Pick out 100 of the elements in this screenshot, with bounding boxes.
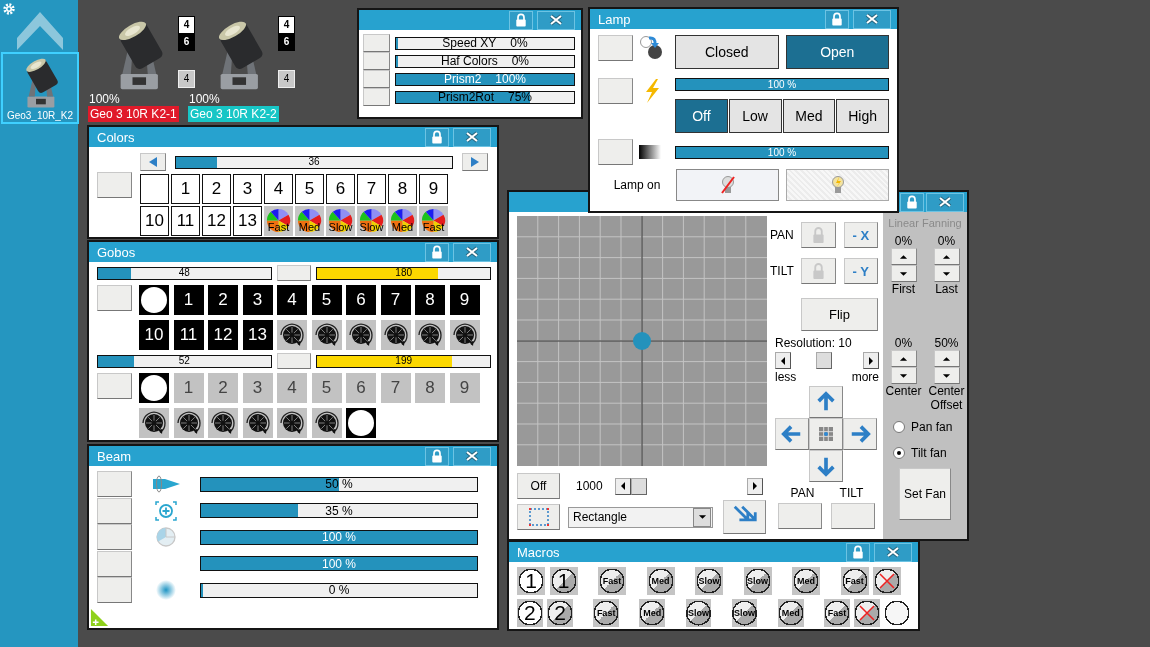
lock-button[interactable] bbox=[825, 9, 849, 29]
macro-button[interactable]: Slow bbox=[695, 567, 723, 595]
direction-button[interactable] bbox=[723, 500, 766, 534]
reset-button[interactable] bbox=[97, 550, 132, 577]
next-button[interactable] bbox=[462, 153, 488, 171]
gobo-rotation-button[interactable] bbox=[139, 408, 169, 438]
gobo-rotation-button[interactable] bbox=[277, 320, 307, 350]
gobo-button[interactable]: 8 bbox=[415, 285, 445, 315]
previous-button[interactable] bbox=[140, 153, 166, 171]
lock-button[interactable] bbox=[801, 222, 836, 248]
shutter-option[interactable]: Open bbox=[785, 35, 889, 69]
reset-button[interactable] bbox=[598, 139, 633, 165]
color-slider[interactable]: 36 bbox=[175, 155, 453, 169]
shape-dropdown[interactable]: Rectangle bbox=[568, 506, 713, 528]
macro-button[interactable]: Slow bbox=[685, 599, 712, 627]
increase-button[interactable] bbox=[933, 248, 960, 265]
lamp-off-button[interactable] bbox=[676, 169, 779, 201]
color-slot[interactable]: 12 bbox=[202, 206, 231, 236]
scroll-thumb[interactable] bbox=[816, 352, 832, 369]
close-button[interactable] bbox=[853, 9, 891, 29]
power-option[interactable]: Off bbox=[675, 99, 728, 133]
color-wheel-button[interactable]: Med bbox=[388, 206, 417, 236]
macro-button[interactable]: Fast bbox=[824, 599, 850, 627]
decrease-button[interactable] bbox=[890, 367, 917, 384]
close-button[interactable] bbox=[926, 192, 964, 212]
lock-button[interactable] bbox=[425, 242, 449, 262]
reset-button[interactable] bbox=[598, 35, 633, 61]
off-button[interactable]: Off bbox=[517, 473, 560, 499]
gobo-button[interactable]: 9 bbox=[449, 285, 480, 315]
intensity-bar[interactable]: 100 % bbox=[675, 78, 889, 91]
color-slot[interactable]: 8 bbox=[388, 174, 417, 204]
move-down-button[interactable] bbox=[809, 450, 843, 482]
macro-cancel-button[interactable] bbox=[873, 567, 901, 595]
gobo-rotation-button[interactable] bbox=[242, 408, 273, 438]
gobo-rotation-button[interactable] bbox=[449, 320, 480, 350]
center-button[interactable] bbox=[809, 418, 843, 450]
macro-button[interactable]: 1 bbox=[517, 567, 545, 595]
reset-button[interactable] bbox=[97, 285, 132, 311]
gobo-button[interactable]: 3 bbox=[242, 285, 273, 315]
color-slot[interactable]: 11 bbox=[171, 206, 200, 236]
decrease-button[interactable] bbox=[933, 367, 960, 384]
settings-icon[interactable] bbox=[2, 2, 16, 16]
reset-button[interactable] bbox=[97, 497, 132, 524]
move-left-button[interactable] bbox=[775, 418, 809, 450]
radio-button[interactable] bbox=[893, 421, 905, 433]
macro-button[interactable]: Med bbox=[792, 567, 820, 595]
color-slot[interactable]: 4 bbox=[264, 174, 293, 204]
macro-cancel-button[interactable] bbox=[854, 599, 880, 627]
color-slot[interactable]: 13 bbox=[233, 206, 262, 236]
reset-button[interactable] bbox=[276, 353, 312, 369]
increase-button[interactable] bbox=[933, 350, 960, 367]
reset-button[interactable] bbox=[363, 52, 390, 70]
close-button[interactable] bbox=[453, 242, 491, 262]
gobo-button[interactable]: 13 bbox=[242, 320, 273, 350]
color-slot[interactable] bbox=[140, 174, 169, 204]
color-wheel-button[interactable]: Med bbox=[295, 206, 324, 236]
reset-button[interactable] bbox=[276, 265, 312, 281]
invert-y-button[interactable]: - Y bbox=[843, 258, 878, 284]
macro-button[interactable]: Slow bbox=[731, 599, 758, 627]
gobo-button[interactable]: 12 bbox=[208, 320, 238, 350]
flip-button[interactable]: Flip bbox=[801, 298, 878, 331]
beam-slider[interactable]: 50 % bbox=[200, 476, 478, 492]
color-slot[interactable]: 1 bbox=[171, 174, 200, 204]
gobo-slider[interactable]: 48 bbox=[97, 266, 272, 280]
reset-button[interactable] bbox=[598, 78, 633, 104]
lock-button[interactable] bbox=[509, 10, 533, 30]
macro-button[interactable]: Med bbox=[646, 567, 675, 595]
reset-button[interactable] bbox=[97, 577, 132, 604]
increase-button[interactable] bbox=[890, 248, 917, 265]
beam-slider[interactable]: 100 % bbox=[200, 556, 478, 572]
reset-button[interactable] bbox=[97, 471, 132, 498]
scroll-right-button[interactable] bbox=[746, 477, 763, 495]
position-dot[interactable] bbox=[633, 332, 651, 350]
set-fan-button[interactable]: Set Fan bbox=[899, 468, 951, 520]
color-slot[interactable]: 9 bbox=[419, 174, 448, 204]
reset-button[interactable] bbox=[363, 88, 390, 106]
increase-button[interactable] bbox=[890, 350, 917, 367]
gobo-button[interactable]: 1 bbox=[173, 285, 204, 315]
decrease-button[interactable] bbox=[890, 265, 917, 282]
select-area-button[interactable] bbox=[517, 504, 560, 530]
macro-button[interactable]: Med bbox=[639, 599, 666, 627]
gobo-button[interactable]: 5 bbox=[311, 285, 342, 315]
open-gobo-button[interactable] bbox=[139, 285, 169, 315]
move-right-button[interactable] bbox=[843, 418, 877, 450]
color-slot[interactable]: 3 bbox=[233, 174, 262, 204]
close-button[interactable] bbox=[453, 446, 491, 466]
color-slot[interactable]: 10 bbox=[140, 206, 169, 236]
dimmer-bar[interactable]: 100 % bbox=[675, 146, 889, 159]
reset-button[interactable] bbox=[363, 34, 390, 52]
gobo-rotation-button[interactable] bbox=[380, 320, 411, 350]
open-gobo-button[interactable] bbox=[346, 408, 376, 438]
gobo-button[interactable]: 11 bbox=[173, 320, 204, 350]
macro-button[interactable]: Fast bbox=[593, 599, 619, 627]
slider-bar[interactable]: Haf Colors 0% bbox=[395, 54, 575, 68]
lock-button[interactable] bbox=[846, 542, 870, 562]
gobo-rotation-button[interactable] bbox=[311, 408, 342, 438]
color-slot[interactable]: 7 bbox=[357, 174, 386, 204]
gobo-rotation-button[interactable] bbox=[346, 320, 376, 350]
macro-button[interactable] bbox=[884, 599, 911, 627]
color-slot[interactable]: 2 bbox=[202, 174, 231, 204]
